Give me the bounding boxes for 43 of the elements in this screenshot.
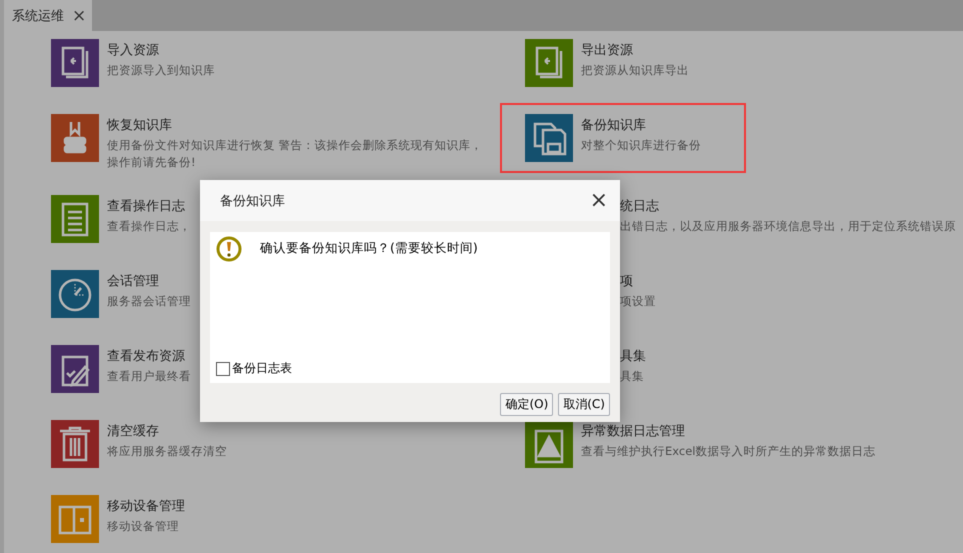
tile-description: 把资源从知识库导出 xyxy=(581,62,689,79)
clipboard-pencil-icon[interactable] xyxy=(51,345,99,393)
tile-title[interactable]: 会话管理 xyxy=(107,273,191,290)
gauge-icon[interactable] xyxy=(51,270,99,318)
tile-title[interactable]: 异常数据日志管理 xyxy=(581,423,876,440)
backup-log-checkbox[interactable]: 备份日志表 xyxy=(216,360,604,377)
tile-title[interactable]: 查看操作日志 xyxy=(107,198,191,215)
warning-sign-icon[interactable] xyxy=(525,420,573,468)
tile-description: 出错日志，以及应用服务器环境信息导出，用于定位系统错误原 xyxy=(620,218,956,235)
tile-title[interactable]: 恢复知识库 xyxy=(107,117,492,134)
trash-icon[interactable] xyxy=(51,420,99,468)
highlighted-tile[interactable]: 备份知识库 对整个知识库进行备份 xyxy=(502,105,744,171)
tile-description: 将应用服务器缓存清空 xyxy=(107,443,227,460)
tile-title[interactable]: 项 xyxy=(620,273,656,290)
tile-description: 服务器会话管理 xyxy=(107,293,191,310)
tile-title[interactable]: 查看发布资源 xyxy=(107,348,191,365)
exclamation-icon xyxy=(216,236,242,262)
dialog-title: 备份知识库 xyxy=(220,192,285,210)
tile-description: 对整个知识库进行备份 xyxy=(581,137,701,154)
tile-description: 使用备份文件对知识库进行恢复 警告：该操作会删除系统现有知识库，操作前请先备份! xyxy=(107,137,484,171)
close-icon[interactable]: × xyxy=(72,6,86,26)
tile-description: 查看与维护执行Excel数据导入时所产生的异常数据日志 xyxy=(581,443,876,460)
dialog-button[interactable]: 取消(C) xyxy=(558,393,610,416)
tile-description: 移动设备管理 xyxy=(107,518,180,535)
tile-title[interactable]: 导入资源 xyxy=(107,42,215,59)
tile-description: 查看用户最终看 xyxy=(107,368,191,385)
tile-title[interactable]: 移动设备管理 xyxy=(107,498,185,515)
dialog-message: 确认要备份知识库吗？(需要较长时间) xyxy=(260,239,478,257)
tile-description: 具集 xyxy=(620,368,645,385)
checkbox-square[interactable] xyxy=(216,362,230,376)
tile-title[interactable]: 清空缓存 xyxy=(107,423,227,440)
tile-description: 项设置 xyxy=(620,293,656,310)
tab[interactable]: 系统运维 × xyxy=(4,0,92,31)
clipboard-list-icon[interactable] xyxy=(51,195,99,243)
dialog-button[interactable]: 确定(O) xyxy=(500,393,554,416)
tile-title[interactable]: 统日志 xyxy=(620,198,956,215)
tile-description: 把资源导入到知识库 xyxy=(107,62,215,79)
tile-title[interactable]: 导出资源 xyxy=(581,42,689,59)
tile-description: 查看操作日志， xyxy=(107,218,191,235)
tile-title[interactable]: 备份知识库 xyxy=(581,117,701,134)
tile-title[interactable]: 具集 xyxy=(620,348,646,365)
close-icon[interactable]: × xyxy=(590,190,608,212)
download-tray-icon[interactable] xyxy=(51,114,99,162)
